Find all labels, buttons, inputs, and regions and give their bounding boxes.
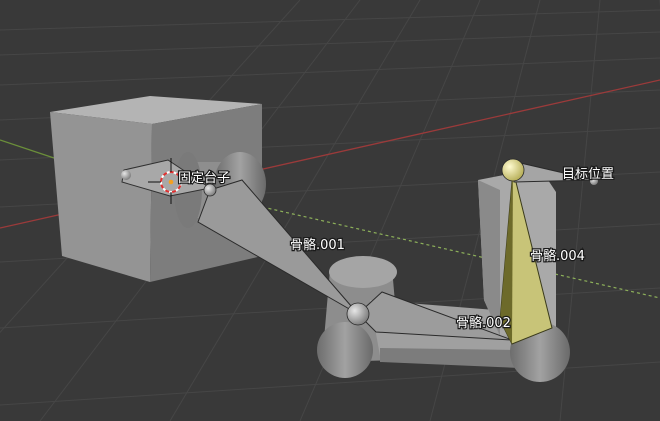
bone-002-head-joint[interactable] (346, 302, 370, 326)
label-bone-001: 骨骼.001 (290, 237, 345, 253)
label-fixed-base: 固定台子 (178, 171, 230, 186)
label-bone-002: 骨骼.002 (456, 315, 511, 331)
3d-viewport[interactable]: 固定台子 骨骼.001 骨骼.002 骨骼.004 目标位置 (0, 0, 660, 421)
y-axis-line (0, 139, 61, 161)
label-bone-004: 骨骼.004 (530, 248, 585, 264)
label-target: 目标位置 (562, 167, 614, 182)
bone-004-head-joint[interactable] (501, 158, 525, 182)
